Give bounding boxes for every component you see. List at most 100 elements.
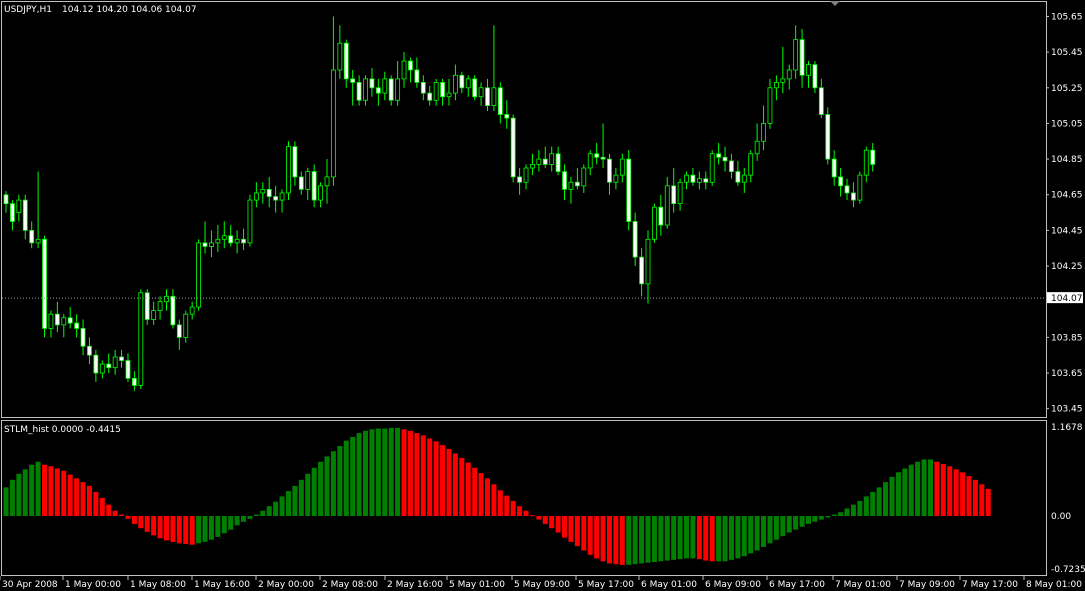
histogram-bar — [440, 445, 446, 516]
candle-body — [189, 306, 195, 315]
histogram-bar — [658, 516, 664, 562]
histogram-bar — [536, 516, 542, 520]
histogram-bar — [356, 433, 362, 516]
candle-body — [517, 176, 522, 183]
histogram-bar — [350, 436, 356, 516]
histogram-bar — [234, 516, 240, 526]
time-label: 5 May 09:00 — [514, 580, 570, 590]
candle-body — [709, 153, 715, 183]
candle-body — [748, 153, 754, 176]
histogram-bar — [164, 516, 169, 541]
candle-body — [408, 60, 413, 71]
candle-body — [125, 360, 131, 379]
candle-body — [870, 149, 876, 165]
candle-body — [664, 185, 670, 226]
candle-body — [857, 174, 863, 201]
histogram-bar — [311, 467, 317, 516]
candle-body — [343, 42, 349, 80]
histogram-bar — [54, 468, 60, 516]
candle-body — [831, 158, 837, 178]
candle-body — [549, 153, 555, 165]
time-label: 1 May 16:00 — [194, 580, 250, 590]
indicator-tick-min: -0.7235 — [1051, 565, 1085, 575]
candle-body — [741, 174, 747, 183]
candle-body — [29, 229, 35, 244]
candle — [286, 141, 291, 201]
histogram-bar — [587, 516, 593, 555]
histogram-bar — [491, 484, 497, 516]
histogram-bar — [773, 516, 779, 540]
histogram-bar — [850, 504, 856, 516]
candle — [652, 203, 657, 243]
histogram-bar — [363, 430, 369, 516]
histogram-bar — [176, 516, 182, 544]
histogram-bar — [915, 461, 921, 516]
histogram-bar — [767, 516, 773, 544]
histogram-bar — [703, 516, 709, 561]
candle-body — [542, 158, 548, 165]
histogram-bar — [825, 516, 831, 518]
candle-body — [510, 117, 516, 178]
histogram-bar — [324, 456, 330, 516]
candle-body — [253, 192, 259, 201]
candle-body — [369, 78, 375, 89]
candle-body — [465, 78, 471, 89]
histogram-bar — [581, 516, 587, 551]
candle-body — [536, 158, 542, 165]
histogram-bar — [568, 516, 574, 542]
candle-body — [331, 69, 336, 178]
candle-body — [350, 78, 356, 83]
candle-body — [363, 78, 368, 101]
chart-window[interactable]: USDJPY,H1 104.12 104.20 104.06 104.07 10… — [0, 0, 1085, 591]
histogram-bar — [305, 473, 311, 516]
candle-body — [780, 78, 786, 83]
candle-body — [292, 146, 298, 178]
candle-body — [151, 310, 157, 320]
candle-body — [504, 114, 510, 119]
candle-body — [112, 356, 118, 369]
histogram-bar — [728, 516, 734, 560]
histogram-bar — [735, 516, 741, 559]
histogram-bar — [529, 515, 535, 517]
histogram-bar — [979, 484, 985, 516]
candle — [144, 289, 150, 325]
candle-body — [48, 313, 54, 329]
candle-body — [863, 149, 869, 176]
histogram-bar — [292, 485, 298, 516]
histogram-bar — [504, 495, 510, 516]
candle-body — [176, 324, 182, 338]
histogram-bar — [677, 516, 683, 560]
candle-body — [799, 39, 805, 76]
histogram-bar — [844, 508, 850, 516]
histogram-bar — [902, 468, 908, 516]
price-tick: 103.85 — [1051, 333, 1083, 343]
candle-body — [61, 317, 67, 326]
candle-body — [812, 64, 818, 89]
candle-body — [16, 199, 22, 213]
histogram-bar — [748, 516, 754, 554]
histogram-bar — [619, 516, 625, 565]
histogram-bar — [722, 516, 728, 562]
candle-body — [433, 82, 439, 101]
candle-body — [80, 328, 86, 347]
candle-body — [234, 238, 240, 244]
histogram-bar — [452, 453, 458, 516]
candle-body — [838, 176, 843, 187]
candle-body — [452, 74, 458, 94]
histogram-bar — [196, 516, 202, 544]
histogram-bar — [927, 459, 933, 516]
candle-body — [375, 87, 381, 94]
candle-body — [722, 156, 728, 162]
price-tick: 104.85 — [1051, 155, 1083, 165]
symbol-label: USDJPY,H1 — [4, 5, 52, 15]
histogram-bar — [472, 467, 478, 516]
candle-body — [793, 39, 799, 71]
histogram-bar — [420, 435, 426, 516]
time-label: 1 May 00:00 — [65, 580, 121, 590]
histogram-bar — [337, 445, 343, 516]
histogram-bar — [818, 516, 824, 520]
histogram-bar — [831, 514, 837, 516]
histogram-bar — [375, 428, 381, 516]
candle-body — [221, 235, 227, 240]
candle-body — [395, 78, 401, 101]
